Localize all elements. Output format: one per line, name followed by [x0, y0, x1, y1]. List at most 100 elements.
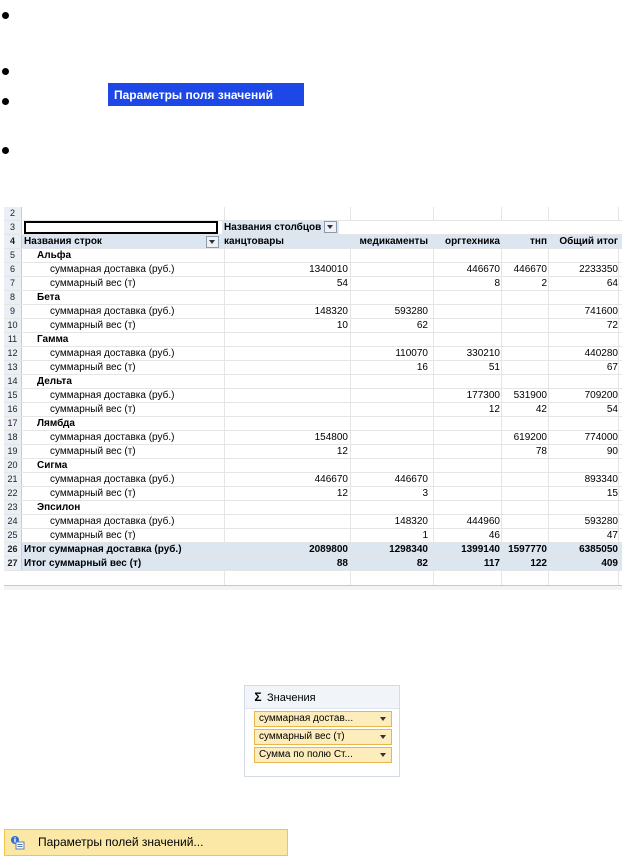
grand-total-row: 27 Итог суммарный вес (т) 88 82 117 122 409 [4, 557, 622, 571]
row-label[interactable]: суммарная доставка (руб.) [24, 263, 174, 276]
row-label[interactable]: суммарная доставка (руб.) [24, 431, 174, 444]
column-header: Общий итог [559, 236, 618, 247]
cell-value[interactable]: 46 [489, 529, 500, 542]
cell-value[interactable]: 16 [417, 361, 428, 374]
row-label[interactable]: суммарная доставка (руб.) [24, 389, 174, 402]
cell-value[interactable]: 51 [489, 361, 500, 374]
row-number: 8 [4, 291, 22, 304]
cell-value[interactable]: 15 [607, 487, 618, 500]
value-field-item[interactable]: суммарная достав... [254, 711, 392, 727]
row-label[interactable]: суммарный вес (т) [24, 319, 136, 332]
cell-value[interactable]: 446670 [395, 473, 428, 486]
cell-value[interactable]: 446670 [315, 473, 348, 486]
row-label[interactable]: Сигма [24, 459, 67, 472]
cell-value[interactable]: 440280 [585, 347, 618, 360]
cell-value[interactable]: 12 [337, 445, 348, 458]
value-field-settings-menu-item[interactable]: Параметры полей значений... [4, 829, 288, 856]
cell-value[interactable]: 2 [541, 277, 547, 290]
cell-value[interactable]: 593280 [395, 305, 428, 318]
cell-value[interactable]: 82 [417, 557, 428, 570]
cell-value[interactable]: 148320 [395, 515, 428, 528]
cell-value[interactable]: 117 [484, 557, 500, 570]
cell-value[interactable]: 54 [337, 277, 348, 290]
cell-value[interactable]: 54 [607, 403, 618, 416]
cell-value[interactable]: 47 [607, 529, 618, 542]
cell-value[interactable]: 122 [530, 557, 547, 570]
cell-value[interactable]: 88 [337, 557, 348, 570]
row-labels-header[interactable]: Названия строк [24, 235, 102, 248]
cell-value[interactable]: 3 [422, 487, 428, 500]
cell-value[interactable]: 774000 [585, 431, 618, 444]
cell-value[interactable]: 893340 [585, 473, 618, 486]
row-filter-dropdown-icon[interactable] [206, 236, 219, 248]
row-label[interactable]: суммарный вес (т) [24, 277, 136, 290]
cell-value[interactable]: 2089800 [309, 543, 348, 556]
cell-value[interactable]: 709200 [585, 389, 618, 402]
row-label[interactable]: Итог суммарная доставка (руб.) [24, 543, 182, 556]
cell-value[interactable]: 446670 [467, 263, 500, 276]
cell-value[interactable]: 72 [607, 319, 618, 332]
row-label[interactable]: суммарный вес (т) [24, 403, 136, 416]
cell-value[interactable]: 1298340 [389, 543, 428, 556]
row-label[interactable]: Бета [24, 291, 60, 304]
cell-value[interactable]: 110070 [395, 347, 428, 360]
cell-value[interactable]: 8 [494, 277, 500, 290]
row-label[interactable]: Эпсилон [24, 501, 80, 514]
row-label[interactable]: Дельта [24, 375, 72, 388]
row-label[interactable]: Лямбда [24, 417, 75, 430]
dropdown-arrow-icon[interactable] [380, 735, 386, 739]
row-label[interactable]: суммарный вес (т) [24, 445, 136, 458]
menu-item-label: Параметры полей значений... [38, 835, 204, 849]
column-filter-dropdown-icon[interactable] [324, 221, 338, 234]
row-label[interactable]: суммарная доставка (руб.) [24, 305, 174, 318]
row-label[interactable]: Гамма [24, 333, 68, 346]
cell-value[interactable]: 2233350 [579, 263, 618, 276]
cell-value[interactable]: 1 [422, 529, 428, 542]
cell-value[interactable]: 62 [417, 319, 428, 332]
cell-value[interactable]: 1597770 [508, 543, 547, 556]
cell-value[interactable]: 12 [489, 403, 500, 416]
cell-value[interactable]: 10 [337, 319, 348, 332]
row-label[interactable]: суммарная доставка (руб.) [24, 347, 174, 360]
table-row: 12 суммарная доставка (руб.) 110070 330210 4… [4, 347, 622, 361]
row-label[interactable]: Альфа [24, 249, 71, 262]
bullet [2, 98, 9, 105]
table-row: 9 суммарная доставка (руб.) 148320 593280 74… [4, 305, 622, 319]
value-field-item[interactable]: Сумма по полю Ст... [254, 747, 392, 763]
row-number: 16 [4, 403, 22, 416]
cell-value[interactable]: 446670 [514, 263, 547, 276]
row-label[interactable]: суммарный вес (т) [24, 361, 136, 374]
cell-value[interactable]: 42 [536, 403, 547, 416]
row-label[interactable]: суммарная доставка (руб.) [24, 515, 174, 528]
cell-value[interactable]: 531900 [514, 389, 547, 402]
cell-value[interactable]: 67 [607, 361, 618, 374]
cell-value[interactable]: 78 [536, 445, 547, 458]
cell-value[interactable]: 154800 [315, 431, 348, 444]
cell-value[interactable]: 330210 [467, 347, 500, 360]
row-label[interactable]: суммарный вес (т) [24, 487, 136, 500]
cell-value[interactable]: 593280 [585, 515, 618, 528]
cell-value[interactable]: 90 [607, 445, 618, 458]
row-label[interactable]: суммарная доставка (руб.) [24, 473, 174, 486]
cell-value[interactable]: 148320 [315, 305, 348, 318]
value-field-item[interactable]: суммарный вес (т) [254, 729, 392, 745]
dropdown-arrow-icon[interactable] [380, 753, 386, 757]
selected-cell[interactable] [24, 221, 218, 234]
cell-value[interactable]: 1340010 [309, 263, 348, 276]
cell-value[interactable]: 741600 [585, 305, 618, 318]
row-label[interactable]: суммарный вес (т) [24, 529, 136, 542]
cell-value[interactable]: 12 [337, 487, 348, 500]
cell-value[interactable]: 409 [601, 557, 618, 570]
row-label[interactable]: Итог суммарный вес (т) [24, 557, 141, 570]
cell-value[interactable]: 177300 [467, 389, 500, 402]
cell-value[interactable]: 619200 [514, 431, 547, 444]
table-row: 15 суммарная доставка (руб.) 177300 531900 7… [4, 389, 622, 403]
cell-value[interactable]: 444960 [467, 515, 500, 528]
dropdown-arrow-icon[interactable] [380, 717, 386, 721]
table-row: 24 суммарная доставка (руб.) 148320 444960 5… [4, 515, 622, 529]
cell-value[interactable]: 6385050 [579, 543, 618, 556]
cell-value[interactable]: 64 [607, 277, 618, 290]
cell-value[interactable]: 1399140 [461, 543, 500, 556]
column-labels-header[interactable]: Названия столбцов [222, 221, 340, 234]
values-header-label: Значения [267, 692, 316, 704]
